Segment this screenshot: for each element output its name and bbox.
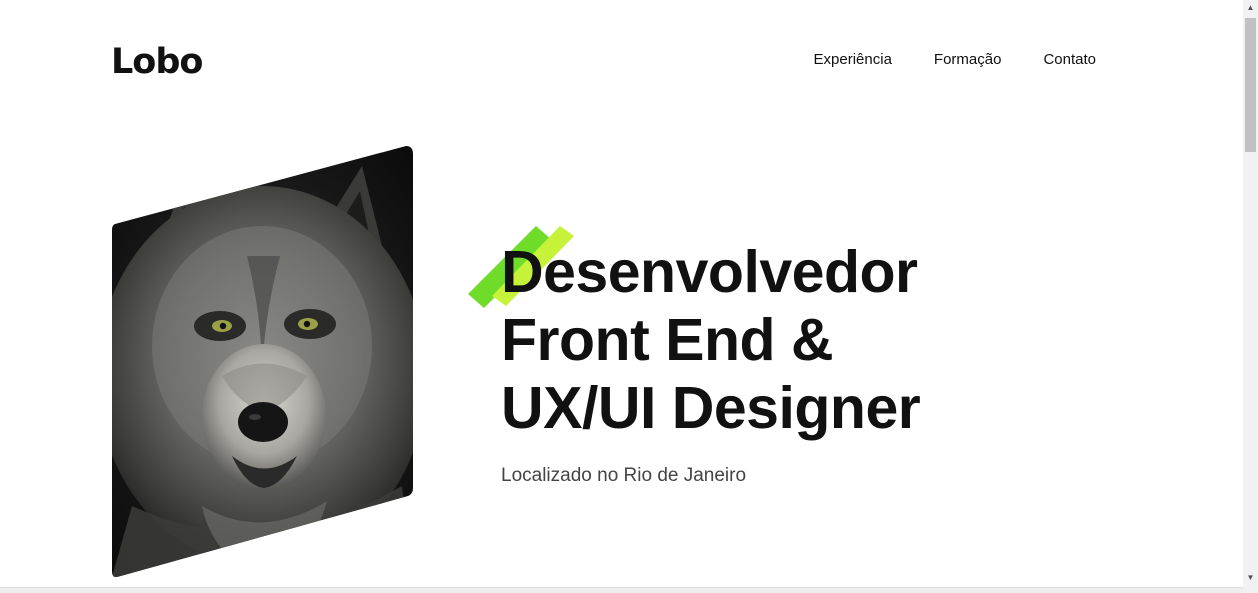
wolf-portrait-icon bbox=[112, 146, 413, 577]
nav-link-contato[interactable]: Contato bbox=[1043, 50, 1096, 70]
hero-headline: Desenvolvedor Front End & UX/UI Designer bbox=[501, 238, 921, 442]
vertical-scrollbar[interactable]: ▲ ▼ bbox=[1243, 0, 1258, 593]
bottom-edge bbox=[0, 587, 1243, 593]
hero-wolf-image bbox=[112, 146, 413, 577]
headline-line-2: Front End & bbox=[501, 307, 834, 373]
site-logo[interactable]: Lobo bbox=[111, 40, 203, 84]
headline-line-1: Desenvolvedor bbox=[501, 239, 918, 305]
page: Lobo Experiência Formação Contato Desenv… bbox=[0, 0, 1258, 593]
scroll-up-arrow-icon[interactable]: ▲ bbox=[1243, 0, 1258, 15]
main-nav: Experiência Formação Contato bbox=[814, 50, 1096, 70]
headline-line-3: UX/UI Designer bbox=[501, 375, 921, 441]
scroll-thumb[interactable] bbox=[1245, 18, 1256, 152]
scroll-down-arrow-icon[interactable]: ▼ bbox=[1243, 570, 1258, 585]
nav-link-experiencia[interactable]: Experiência bbox=[814, 50, 892, 70]
hero-subtitle: Localizado no Rio de Janeiro bbox=[501, 465, 747, 486]
nav-link-formacao[interactable]: Formação bbox=[934, 50, 1002, 70]
